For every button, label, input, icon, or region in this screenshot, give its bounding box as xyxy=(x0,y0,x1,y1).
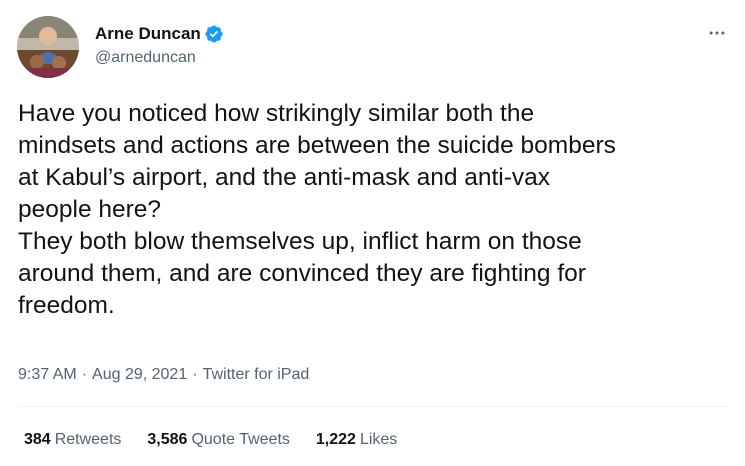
tweet-source[interactable]: Twitter for iPad xyxy=(203,366,310,384)
handle[interactable]: @arneduncan xyxy=(95,49,224,67)
retweets-stat[interactable]: 384 Retweets xyxy=(24,431,121,449)
likes-label: Likes xyxy=(359,431,398,448)
tweet-time[interactable]: 9:37 AM xyxy=(18,366,77,384)
display-name[interactable]: Arne Duncan xyxy=(95,24,201,44)
more-horizontal-icon[interactable] xyxy=(706,22,728,44)
avatar[interactable] xyxy=(17,16,79,78)
tweet-stats: 384 Retweets 3,586 Quote Tweets 1,222 Li… xyxy=(24,431,423,449)
avatar-photo xyxy=(17,16,79,78)
retweets-label: Retweets xyxy=(54,431,122,448)
quote-tweets-count: 3,586 xyxy=(147,431,188,448)
likes-count: 1,222 xyxy=(315,431,356,448)
quote-tweets-label: Quote Tweets xyxy=(191,431,290,448)
tweet-text: Have you noticed how strikingly similar … xyxy=(18,100,616,319)
tweet-card: Arne Duncan @arneduncan Have you noticed… xyxy=(0,0,745,466)
author-info: Arne Duncan @arneduncan xyxy=(95,24,224,67)
tweet-header: Arne Duncan @arneduncan xyxy=(17,16,728,78)
tweet-date[interactable]: Aug 29, 2021 xyxy=(92,366,187,384)
retweets-count: 384 xyxy=(24,431,51,448)
likes-stat[interactable]: 1,222 Likes xyxy=(316,431,397,449)
tweet-meta: 9:37 AM · Aug 29, 2021 · Twitter for iPa… xyxy=(18,366,309,384)
display-name-row: Arne Duncan xyxy=(95,24,224,44)
divider xyxy=(18,406,728,407)
meta-separator: · xyxy=(192,366,198,383)
meta-separator: · xyxy=(81,366,88,383)
verified-badge-icon xyxy=(204,24,224,44)
quote-tweets-stat[interactable]: 3,586 Quote Tweets xyxy=(147,431,289,449)
